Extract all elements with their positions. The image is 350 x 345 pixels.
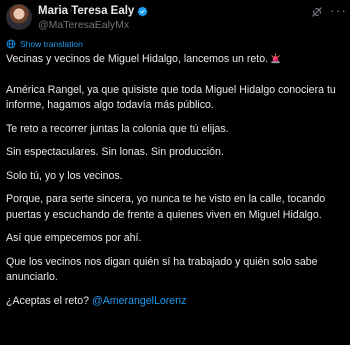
show-translation-label[interactable]: Show translation — [20, 39, 83, 49]
tweet-paragraph: Vecinas y vecinos de Miguel Hidalgo, lan… — [6, 52, 346, 68]
police-siren-emoji-icon — [271, 53, 280, 64]
tweet-text: Vecinas y vecinos de Miguel Hidalgo, lan… — [6, 52, 346, 317]
author-handle[interactable]: @MaTeresaEalyMx — [38, 19, 148, 32]
tweet-closing: ¿Aceptas el reto? @AmerangelLorenz — [6, 294, 346, 310]
show-translation-link[interactable]: Show translation — [6, 39, 83, 49]
grok-icon[interactable] — [310, 5, 324, 19]
globe-icon — [6, 39, 16, 49]
tweet-header: Maria Teresa Ealy @MaTeresaEalyMx ··· — [0, 2, 350, 36]
tweet-paragraph: Que los vecinos nos digan quién sí ha tr… — [6, 255, 318, 284]
author-names: Maria Teresa Ealy @MaTeresaEalyMx — [38, 4, 148, 32]
mention-link[interactable]: @AmerangelLorenz — [92, 295, 186, 307]
avatar[interactable] — [6, 4, 32, 30]
tweet-paragraph: Te reto a recorrer juntas la colonia que… — [6, 122, 229, 135]
paragraph-text: Vecinas y vecinos de Miguel Hidalgo, lan… — [6, 53, 269, 65]
tweet-paragraph: Porque, para serte sincera, yo nunca te … — [6, 193, 326, 221]
tweet: Maria Teresa Ealy @MaTeresaEalyMx ··· Sh… — [0, 0, 350, 345]
verified-badge-icon — [138, 6, 148, 16]
tweet-paragraph: Solo tú, yo y los vecinos. — [6, 169, 123, 182]
closing-question: ¿Aceptas el reto? — [6, 294, 90, 307]
display-name[interactable]: Maria Teresa Ealy — [38, 4, 134, 18]
tweet-paragraph: Sin espectaculares. Sin lonas. Sin produ… — [6, 146, 224, 158]
more-options-icon[interactable]: ··· — [330, 3, 346, 18]
tweet-paragraph: América Rangel, ya que quisiste que toda… — [6, 83, 336, 112]
display-name-row: Maria Teresa Ealy — [38, 4, 148, 18]
tweet-paragraph: Así que empecemos por ahí. — [6, 232, 142, 244]
